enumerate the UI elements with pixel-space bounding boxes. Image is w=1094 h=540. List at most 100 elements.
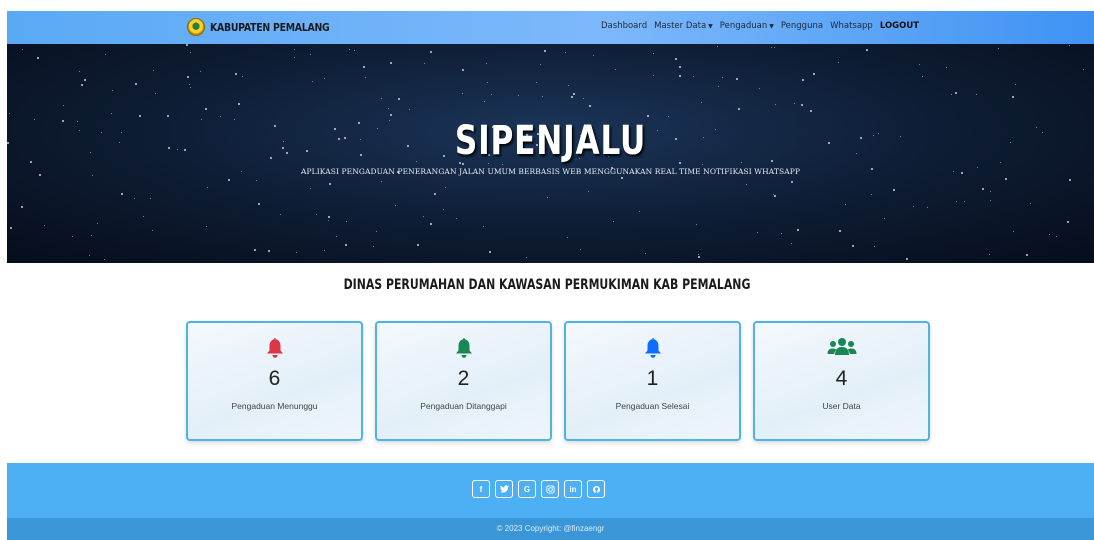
- star: [921, 75, 923, 77]
- star: [588, 190, 590, 192]
- nav-whatsapp[interactable]: Whatsapp: [830, 21, 873, 31]
- star: [693, 75, 695, 77]
- star: [8, 112, 10, 114]
- star: [310, 54, 312, 56]
- star: [698, 253, 700, 255]
- card-count: 1: [646, 367, 659, 390]
- star: [375, 231, 377, 233]
- star: [919, 64, 921, 66]
- star: [328, 215, 331, 218]
- star: [154, 92, 156, 94]
- star: [844, 203, 846, 205]
- star: [363, 66, 366, 69]
- card-pengaduan-menunggu[interactable]: 6 Pengaduan Menunggu: [186, 321, 363, 441]
- star: [329, 183, 332, 186]
- star: [893, 189, 896, 192]
- card-user-data[interactable]: 4 User Data: [753, 321, 930, 441]
- star: [572, 92, 575, 95]
- star: [409, 108, 411, 110]
- star: [389, 113, 392, 116]
- star: [434, 192, 436, 195]
- star: [97, 223, 98, 225]
- star: [190, 52, 191, 54]
- star: [442, 208, 444, 210]
- users-icon: [755, 337, 928, 357]
- card-label: Pengaduan Menunggu: [231, 401, 318, 411]
- star: [29, 160, 32, 163]
- star: [354, 50, 356, 52]
- star: [593, 55, 595, 57]
- bell-icon: [188, 337, 361, 359]
- star: [253, 249, 256, 252]
- star: [679, 65, 682, 68]
- star: [348, 48, 350, 50]
- star: [486, 82, 488, 84]
- nav-dashboard[interactable]: Dashboard: [601, 21, 647, 31]
- navbar: KABUPATEN PEMALANG Dashboard Master Data…: [7, 11, 1094, 44]
- star: [1067, 220, 1070, 223]
- star: [279, 213, 281, 215]
- star: [445, 186, 447, 188]
- card-label: Pengaduan Selesai: [615, 401, 690, 411]
- star: [1041, 131, 1043, 133]
- card-pengaduan-ditanggapi[interactable]: 2 Pengaduan Ditanggapi: [375, 321, 552, 441]
- star: [652, 53, 654, 55]
- star: [10, 226, 13, 229]
- star: [88, 255, 90, 257]
- star: [568, 84, 570, 86]
- star: [22, 49, 24, 51]
- star: [76, 121, 78, 123]
- star: [771, 47, 773, 49]
- star: [679, 74, 682, 77]
- card-count: 2: [457, 367, 470, 390]
- star: [620, 176, 623, 179]
- star: [615, 69, 617, 71]
- star: [483, 101, 485, 103]
- star: [717, 45, 719, 47]
- star: [780, 233, 782, 235]
- star: [809, 110, 812, 113]
- star: [1005, 178, 1008, 181]
- nav-pengguna[interactable]: Pengguna: [781, 21, 823, 31]
- linkedin-icon[interactable]: in: [564, 480, 582, 498]
- star: [309, 188, 311, 190]
- star: [502, 164, 503, 166]
- google-icon[interactable]: G: [518, 480, 536, 498]
- star: [653, 75, 655, 77]
- nav-pengaduan[interactable]: Pengaduan ▼: [720, 21, 774, 31]
- star: [579, 248, 581, 250]
- star: [990, 200, 992, 202]
- star: [567, 237, 569, 239]
- star: [999, 162, 1001, 164]
- star: [416, 244, 419, 247]
- star: [380, 97, 382, 99]
- star: [1069, 45, 1071, 47]
- card-pengaduan-selesai[interactable]: 1 Pengaduan Selesai: [564, 321, 741, 441]
- instagram-icon[interactable]: [541, 480, 559, 498]
- star: [189, 87, 191, 89]
- nav-master-data[interactable]: Master Data ▼: [654, 21, 713, 31]
- star: [946, 67, 948, 69]
- star: [455, 217, 457, 219]
- star: [1082, 68, 1084, 70]
- nav-logout[interactable]: LOGOUT: [880, 21, 919, 31]
- star: [873, 245, 875, 247]
- github-icon[interactable]: [587, 480, 605, 498]
- star: [674, 57, 677, 60]
- star: [387, 107, 389, 109]
- star: [373, 245, 375, 247]
- star: [315, 213, 317, 215]
- star: [852, 244, 855, 247]
- facebook-icon[interactable]: f: [472, 480, 490, 498]
- twitter-icon[interactable]: [495, 480, 513, 498]
- star: [988, 253, 990, 255]
- star: [913, 206, 915, 208]
- footer: f G in: [7, 463, 1094, 518]
- brand[interactable]: KABUPATEN PEMALANG: [187, 18, 351, 36]
- star: [758, 87, 760, 89]
- star: [142, 216, 144, 218]
- star: [111, 90, 113, 92]
- star: [152, 69, 154, 71]
- star: [1056, 236, 1058, 238]
- nav-pengaduan-label: Pengaduan: [719, 21, 768, 31]
